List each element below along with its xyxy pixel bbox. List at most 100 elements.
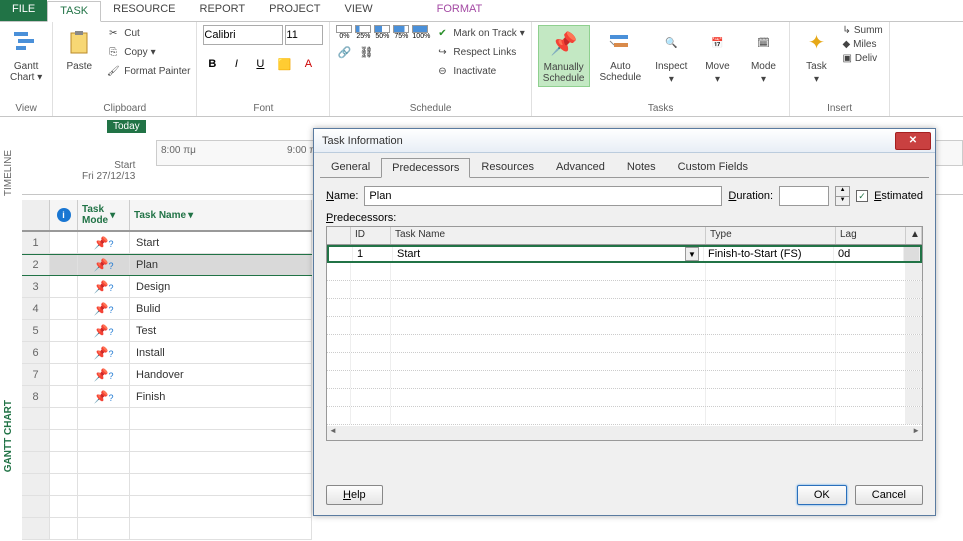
duration-input[interactable] [779,186,829,206]
pct-25[interactable]: 25% [355,25,371,40]
task-row-6[interactable]: 6 📌? Install [22,342,312,364]
dlg-tab-resources[interactable]: Resources [470,157,545,177]
row-num[interactable]: 6 [22,342,50,363]
close-button[interactable]: ✕ [895,132,931,150]
pct-50[interactable]: 50% [374,25,390,40]
copy-button[interactable]: ⎘Copy ▾ [105,44,190,60]
task-name-input[interactable] [364,186,722,206]
inactivate-button[interactable]: ⊖Inactivate [434,63,524,79]
row-num[interactable]: 3 [22,276,50,297]
task-row-7[interactable]: 7 📌? Handover [22,364,312,386]
tab-project[interactable]: PROJECT [257,0,332,21]
link-icon[interactable]: 🔗 [336,44,352,60]
italic-button[interactable]: I [227,55,245,73]
row-num[interactable]: 5 [22,320,50,341]
tab-file[interactable]: FILE [0,0,47,21]
pct-75[interactable]: 75% [393,25,409,40]
dlg-tab-predecessors[interactable]: Predecessors [381,158,470,178]
gantt-chart-icon [10,27,42,59]
task-row-5[interactable]: 5 📌? Test [22,320,312,342]
move-button[interactable]: 📅 Move▾ [697,25,737,87]
task-row-8[interactable]: 8 📌? Finish [22,386,312,408]
dialog-titlebar[interactable]: Task Information ✕ [314,129,935,153]
pth-lag[interactable]: Lag [836,227,906,244]
row-num[interactable]: 2 [22,255,50,275]
gh-rowselect[interactable] [22,200,50,230]
row-task-name[interactable]: Design [130,276,312,297]
gh-info[interactable]: i [50,200,78,230]
auto-schedule-button[interactable]: AutoSchedule [596,25,646,85]
chevron-down-icon[interactable]: ▼ [685,247,699,261]
pred-row-1[interactable]: 1 Start▼ Finish-to-Start (FS) 0d [327,245,922,263]
help-button[interactable]: Help [326,485,383,505]
tab-format[interactable]: FORMAT [425,0,495,21]
pct-0[interactable]: 0% [336,25,352,40]
row-task-name[interactable]: Start [130,232,312,253]
ok-button[interactable]: OK [797,485,847,505]
tab-task[interactable]: TASK [47,1,101,22]
pth-select[interactable] [327,227,351,244]
row-mode-icon: 📌? [78,276,130,297]
row-num[interactable]: 8 [22,386,50,407]
group-tasks-label: Tasks [538,103,784,116]
font-color-button[interactable]: A [299,55,317,73]
dlg-tab-notes[interactable]: Notes [616,157,667,177]
pred-name-cell[interactable]: Start▼ [393,247,704,261]
row-task-name[interactable]: Finish [130,386,312,407]
row-mode-icon: 📌? [78,298,130,319]
task-insert-button[interactable]: ✦ Task▾ [796,25,836,87]
summary-button[interactable]: ↳ Summ [842,25,882,36]
timeline-side-label: TIMELINE [3,150,14,196]
unlink-icon[interactable]: ⛓ [358,44,374,60]
task-row-4[interactable]: 4 📌? Bulid [22,298,312,320]
format-painter-button[interactable]: 🖌Format Painter [105,63,190,79]
task-row-1[interactable]: 1 📌? Start [22,232,312,254]
row-task-name[interactable]: Bulid [130,298,312,319]
gh-mode[interactable]: TaskMode ▾ [78,200,130,230]
row-task-name[interactable]: Handover [130,364,312,385]
tab-view[interactable]: VIEW [332,0,384,21]
pth-name[interactable]: Task Name [391,227,706,244]
timeline-start: Start Fri 27/12/13 [82,160,135,182]
mode-button[interactable]: 🗓 Mode▾ [743,25,783,87]
gantt-chart-button[interactable]: GanttChart ▾ [6,25,46,85]
row-num[interactable]: 4 [22,298,50,319]
gantt-side-label: GANTT CHART [3,400,14,472]
tab-resource[interactable]: RESOURCE [101,0,187,21]
respect-links-button[interactable]: ↪Respect Links [434,44,524,60]
estimated-checkbox[interactable]: ✓ [856,190,868,202]
duration-spinner[interactable]: ▲▼ [835,186,850,206]
pth-id[interactable]: ID [351,227,391,244]
milestone-button[interactable]: ◆ Miles [842,39,882,50]
task-row-2[interactable]: 2 📌? Plan [22,254,312,276]
cut-button[interactable]: ✂Cut [105,25,190,41]
pin-icon: 📌 [548,28,580,60]
tab-report[interactable]: REPORT [188,0,258,21]
gh-name[interactable]: Task Name ▾ [130,200,312,230]
dlg-tab-general[interactable]: General [320,157,381,177]
font-family-select[interactable] [203,25,283,45]
group-clipboard: Paste ✂Cut ⎘Copy ▾ 🖌Format Painter Clipb… [53,22,197,116]
pct-100[interactable]: 100% [412,25,428,40]
underline-button[interactable]: U [251,55,269,73]
task-row-3[interactable]: 3 📌? Design [22,276,312,298]
dlg-tab-custom[interactable]: Custom Fields [667,157,759,177]
row-task-name[interactable]: Install [130,342,312,363]
paste-button[interactable]: Paste [59,25,99,74]
cancel-button[interactable]: Cancel [855,485,923,505]
row-task-name[interactable]: Plan [130,255,312,275]
font-size-select[interactable] [285,25,323,45]
row-task-name[interactable]: Test [130,320,312,341]
pth-type[interactable]: Type [706,227,836,244]
manually-schedule-button[interactable]: 📌 ManuallySchedule [538,25,590,87]
row-num[interactable]: 1 [22,232,50,253]
inspect-button[interactable]: 🔍 Inspect▾ [651,25,691,87]
fill-color-button[interactable]: 🟨 [275,55,293,73]
row-num[interactable]: 7 [22,364,50,385]
inspect-icon: 🔍 [655,27,687,59]
deliverable-button[interactable]: ▣ Deliv [842,53,882,64]
dlg-tab-advanced[interactable]: Advanced [545,157,616,177]
ribbon: GanttChart ▾ View Paste ✂Cut ⎘Copy ▾ 🖌Fo… [0,22,963,117]
mark-on-track-button[interactable]: ✔Mark on Track ▾ [434,25,524,41]
bold-button[interactable]: B [203,55,221,73]
